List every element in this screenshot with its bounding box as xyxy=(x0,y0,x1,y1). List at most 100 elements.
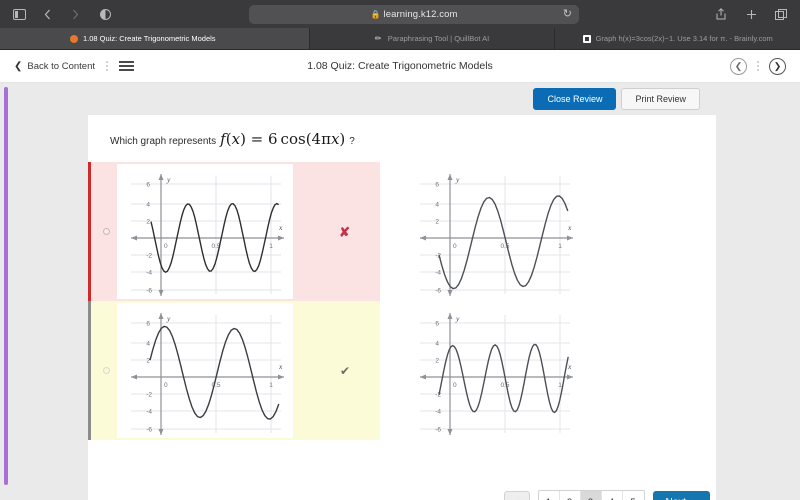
answer-option-a[interactable]: 6 4 2 -2 -4 -6 0 0.5 1 x y ✘ xyxy=(88,162,380,301)
quillbot-favicon: ✏ xyxy=(374,33,382,43)
svg-text:2: 2 xyxy=(146,219,150,226)
reload-icon[interactable]: ↻ xyxy=(563,8,572,20)
svg-text:-4: -4 xyxy=(146,409,152,416)
browser-tab-2-label: Graph h(x)=3cos(2x)−1. Use 3.14 for π. -… xyxy=(595,34,773,43)
pagination-page-4[interactable]: 4 xyxy=(602,491,623,500)
browser-tab-2[interactable]: Graph h(x)=3cos(2x)−1. Use 3.14 for π. -… xyxy=(555,28,800,49)
svg-text:-2: -2 xyxy=(146,392,152,399)
answer-option-c[interactable]: 6 4 2 -2 -4 -6 0 0.5 1 x y ✔ xyxy=(88,301,380,440)
browser-back-icon[interactable] xyxy=(38,5,56,23)
pagination-page-5[interactable]: 5 xyxy=(623,491,644,500)
next-button-label: Next xyxy=(666,497,687,500)
circle-chevron-left-icon[interactable]: ❮ xyxy=(730,57,747,75)
svg-text:x: x xyxy=(278,223,283,232)
svg-text:x: x xyxy=(278,362,283,371)
svg-text:-2: -2 xyxy=(146,253,152,260)
svg-text:y: y xyxy=(455,314,460,323)
pagination: ◄ 1 2 3 4 5 Next ► xyxy=(503,490,710,500)
pagination-prev-button[interactable]: ◄ xyxy=(503,491,530,500)
svg-text:0: 0 xyxy=(453,243,457,250)
back-to-content-label: Back to Content xyxy=(27,60,95,72)
page-body: Close Review Print Review Which graph re… xyxy=(0,83,800,500)
url-text: learning.k12.com xyxy=(383,8,458,20)
answer-options: 6 4 2 -2 -4 -6 0 0.5 1 x y ✘ 6 4 2 -2 -4… xyxy=(88,162,716,440)
sidebar-toggle-icon[interactable] xyxy=(10,5,28,23)
browser-tab-1-label: Paraphrasing Tool | QuillBot AI xyxy=(387,34,490,43)
new-tab-icon[interactable] xyxy=(742,5,760,23)
question-formula: f(x) = 6 cos(4πx) xyxy=(220,130,346,148)
svg-text:0: 0 xyxy=(453,382,457,389)
svg-text:y: y xyxy=(455,175,460,184)
address-bar[interactable]: 🔒 learning.k12.com ↻ xyxy=(249,4,579,24)
answer-option-d[interactable]: 6 4 2 -2 -4 -6 0 0.5 1 x y xyxy=(380,301,716,440)
answer-option-d-radio[interactable] xyxy=(392,367,399,374)
question-prefix: Which graph represents xyxy=(110,136,217,147)
svg-text:-4: -4 xyxy=(435,409,441,416)
svg-text:0: 0 xyxy=(164,243,168,250)
svg-text:1: 1 xyxy=(269,243,273,250)
answer-option-c-graph: 6 4 2 -2 -4 -6 0 0.5 1 x y xyxy=(117,303,293,438)
answer-option-b[interactable]: 6 4 2 -2 -4 -6 0 0.5 1 x y xyxy=(380,162,716,301)
circle-chevron-right-icon[interactable]: ❯ xyxy=(769,57,786,75)
svg-text:-4: -4 xyxy=(146,270,152,277)
svg-text:y: y xyxy=(166,314,171,323)
browser-tab-1[interactable]: ✏ Paraphrasing Tool | QuillBot AI xyxy=(310,28,556,49)
svg-text:y: y xyxy=(166,175,171,184)
pagination-numbers: 1 2 3 4 5 xyxy=(537,490,645,500)
browser-chrome: 🔒 learning.k12.com ↻ 1.08 Quiz: Create T… xyxy=(0,0,800,50)
svg-text:6: 6 xyxy=(146,321,150,328)
vertical-dots-icon xyxy=(106,59,108,73)
brainly-favicon xyxy=(582,34,591,43)
answer-option-b-radio[interactable] xyxy=(392,228,399,235)
svg-text:1: 1 xyxy=(269,382,273,389)
answer-option-a-graph: 6 4 2 -2 -4 -6 0 0.5 1 x y xyxy=(117,164,293,299)
quiz-card: Close Review Print Review Which graph re… xyxy=(88,83,716,500)
svg-text:0.5: 0.5 xyxy=(500,382,509,389)
hamburger-menu-icon[interactable] xyxy=(119,61,134,71)
answer-option-a-incorrect-icon: ✘ xyxy=(339,224,350,239)
toolbar-kebab-icon[interactable] xyxy=(757,59,759,73)
reader-view-icon[interactable] xyxy=(96,5,114,23)
answer-option-c-radio[interactable] xyxy=(103,367,110,374)
share-icon[interactable] xyxy=(712,5,730,23)
answer-option-a-radio[interactable] xyxy=(103,228,110,235)
browser-tab-0[interactable]: 1.08 Quiz: Create Trigonometric Models xyxy=(0,28,310,49)
svg-text:6: 6 xyxy=(146,182,150,189)
svg-text:6: 6 xyxy=(435,321,439,328)
print-review-button[interactable]: Print Review xyxy=(621,87,700,111)
pagination-page-2[interactable]: 2 xyxy=(560,491,581,500)
svg-text:4: 4 xyxy=(435,202,439,209)
url-text-group: 🔒 learning.k12.com xyxy=(370,9,457,20)
svg-text:2: 2 xyxy=(435,219,439,226)
next-button[interactable]: Next ► xyxy=(652,490,710,500)
svg-text:-4: -4 xyxy=(435,270,441,277)
svg-text:x: x xyxy=(567,223,572,232)
chevron-left-icon: ❮ xyxy=(14,60,23,72)
svg-text:2: 2 xyxy=(435,358,439,365)
browser-toolbar: 🔒 learning.k12.com ↻ xyxy=(0,0,800,28)
svg-text:-2: -2 xyxy=(435,392,441,399)
svg-text:4: 4 xyxy=(146,341,150,348)
answer-option-c-correct-icon: ✔ xyxy=(339,363,350,378)
question-text: Which graph represents f(x) = 6 cos(4πx)… xyxy=(110,130,716,148)
pagination-page-1[interactable]: 1 xyxy=(539,491,560,500)
graph-b-svg: 6 4 2 -2 -4 -6 0 0.5 1 x y xyxy=(420,174,573,296)
back-to-content-button[interactable]: ❮ Back to Content xyxy=(14,61,95,72)
pagination-numbers-wrap: 1 2 3 4 5 xyxy=(537,490,645,500)
close-review-button[interactable]: Close Review xyxy=(533,87,617,111)
tab-overview-icon[interactable] xyxy=(772,5,790,23)
svg-text:6: 6 xyxy=(435,182,439,189)
scrollbar-thumb[interactable] xyxy=(4,87,8,485)
graph-d-svg: 6 4 2 -2 -4 -6 0 0.5 1 x y xyxy=(420,313,573,435)
browser-forward-icon[interactable] xyxy=(66,5,84,23)
browser-tab-strip: 1.08 Quiz: Create Trigonometric Models ✏… xyxy=(0,28,800,50)
page-scrollbar[interactable] xyxy=(0,83,14,500)
svg-text:-6: -6 xyxy=(435,427,441,434)
svg-text:-6: -6 xyxy=(146,427,152,434)
svg-text:0: 0 xyxy=(164,382,168,389)
graph-a-svg: 6 4 2 -2 -4 -6 0 0.5 1 x y xyxy=(131,174,284,296)
pagination-page-3[interactable]: 3 xyxy=(580,491,602,500)
question-block: Which graph represents f(x) = 6 cos(4πx)… xyxy=(88,115,716,148)
svg-text:1: 1 xyxy=(558,243,562,250)
svg-text:x: x xyxy=(567,362,572,371)
